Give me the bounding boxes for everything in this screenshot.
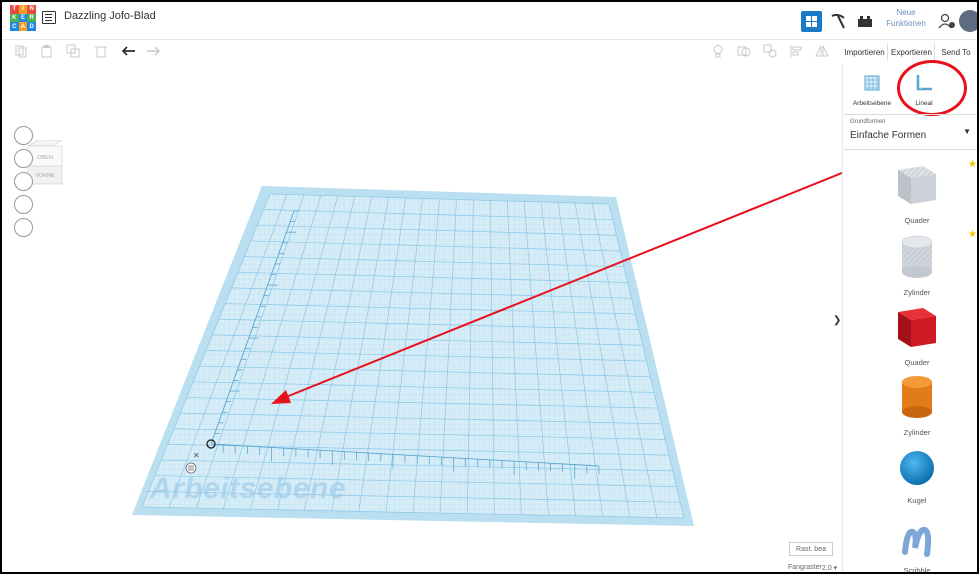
- undo-icon[interactable]: [121, 44, 136, 58]
- shape-item-box[interactable]: Quader: [862, 302, 972, 367]
- top-bar: T I N K E R C A D Dazzling Jofo-Blad Neu…: [2, 2, 977, 40]
- tinkercad-window: T I N K E R C A D Dazzling Jofo-Blad Neu…: [0, 0, 979, 574]
- viewcube-front-label: VORNE: [35, 173, 55, 179]
- shape-item-scribble[interactable]: Scribble: [862, 524, 972, 574]
- zoom-out-button[interactable]: [14, 195, 33, 214]
- new-features-link[interactable]: Neue Funktionen: [882, 7, 930, 29]
- send-to-button[interactable]: Send To: [936, 43, 976, 61]
- duplicate-icon[interactable]: [66, 44, 80, 58]
- logo-letter: D: [27, 22, 36, 31]
- grid-icon: [806, 16, 817, 27]
- shape-item-cylinder-hole[interactable]: Zylinder: [862, 234, 972, 297]
- cylinder-gray-striped-icon: [901, 235, 933, 278]
- close-icon[interactable]: ✕: [193, 451, 200, 460]
- bricks-button[interactable]: [855, 8, 875, 34]
- logo-letter: T: [10, 5, 19, 14]
- lightbulb-icon[interactable]: [711, 44, 725, 58]
- shape-label: Zylinder: [903, 288, 931, 297]
- mirror-icon[interactable]: [815, 44, 829, 58]
- paste-icon[interactable]: [40, 44, 54, 58]
- home-view-button[interactable]: [14, 126, 33, 145]
- ungroup-icon[interactable]: [763, 44, 777, 58]
- workplane-tool-button[interactable]: Arbeitsebene: [847, 74, 897, 107]
- shape-item-sphere[interactable]: Kugel: [862, 448, 972, 505]
- 3d-viewport[interactable]: ✕ OBEN VORNE: [4, 64, 842, 574]
- logo-letter: A: [18, 22, 28, 31]
- viewcube-top-label: OBEN: [37, 155, 53, 161]
- 3d-view-button[interactable]: [801, 11, 822, 32]
- logo-letter: E: [18, 13, 28, 23]
- shape-item-cylinder[interactable]: Zylinder: [862, 374, 972, 437]
- chevron-down-icon: ▼: [963, 127, 971, 136]
- zoom-in-button[interactable]: [14, 172, 33, 191]
- logo-letter: R: [27, 13, 36, 23]
- cylinder-orange-icon: [902, 376, 932, 418]
- snap-grid-select[interactable]: 2,0 ▾: [822, 564, 837, 572]
- avatar[interactable]: [959, 10, 977, 32]
- fit-view-button[interactable]: [14, 149, 33, 168]
- tinkercad-logo[interactable]: T I N K E R C A D: [10, 5, 36, 31]
- shape-label: Quader: [904, 216, 930, 225]
- favorite-star-icon[interactable]: ★: [968, 229, 977, 240]
- codeblocks-button[interactable]: [828, 8, 848, 34]
- add-user-button[interactable]: [938, 8, 956, 34]
- logo-letter: I: [18, 5, 28, 14]
- collapse-panel-chevron-icon[interactable]: ❯: [833, 315, 843, 335]
- category-value: Einfache Formen: [850, 130, 927, 141]
- snap-grid-label: Fangraster: [788, 564, 822, 571]
- workplane-tool-label: Arbeitsebene: [852, 100, 892, 107]
- box-red-icon: [898, 308, 936, 347]
- group-icon[interactable]: [737, 44, 751, 58]
- export-button[interactable]: Exportieren: [889, 43, 935, 61]
- box-gray-striped-icon: [898, 166, 936, 204]
- logo-letter: N: [27, 5, 36, 14]
- new-features-line1: Neue: [896, 8, 916, 17]
- shape-label: Zylinder: [903, 428, 931, 437]
- add-user-icon: [938, 13, 955, 29]
- logo-letter: C: [10, 22, 19, 31]
- shape-category-select[interactable]: Grundformen Einfache Formen ▼: [844, 114, 977, 150]
- workplane[interactable]: ✕: [4, 64, 842, 574]
- ortho-view-button[interactable]: [14, 218, 33, 237]
- edit-toolbar: [2, 41, 977, 63]
- favorite-star-icon[interactable]: ★: [968, 159, 977, 170]
- project-title[interactable]: Dazzling Jofo-Blad: [64, 10, 156, 22]
- sphere-blue-icon: [900, 451, 934, 485]
- snap-edit-button[interactable]: Rast. bea: [789, 542, 833, 556]
- redo-icon[interactable]: [146, 44, 161, 58]
- import-button[interactable]: Importieren: [842, 43, 888, 61]
- delete-icon[interactable]: [94, 44, 108, 58]
- align-icon[interactable]: [789, 44, 803, 58]
- copy-icon[interactable]: [14, 44, 28, 58]
- workplane-watermark: Arbeitsebene: [150, 472, 347, 505]
- workplane-grid-icon: [864, 75, 880, 91]
- logo-letter: K: [10, 13, 19, 23]
- shape-label: Kugel: [907, 496, 927, 505]
- brick-icon: [858, 16, 872, 27]
- design-menu-icon[interactable]: [42, 11, 56, 24]
- shape-label: Scribble: [903, 566, 931, 574]
- new-features-line2: Funktionen: [886, 19, 926, 28]
- scribble-icon: [902, 526, 932, 557]
- pickaxe-icon: [831, 13, 845, 29]
- shape-label: Quader: [904, 358, 930, 367]
- category-caption: Grundformen: [850, 119, 886, 125]
- annotation-circle: [897, 60, 967, 116]
- shape-item-box-hole[interactable]: Quader: [862, 158, 972, 225]
